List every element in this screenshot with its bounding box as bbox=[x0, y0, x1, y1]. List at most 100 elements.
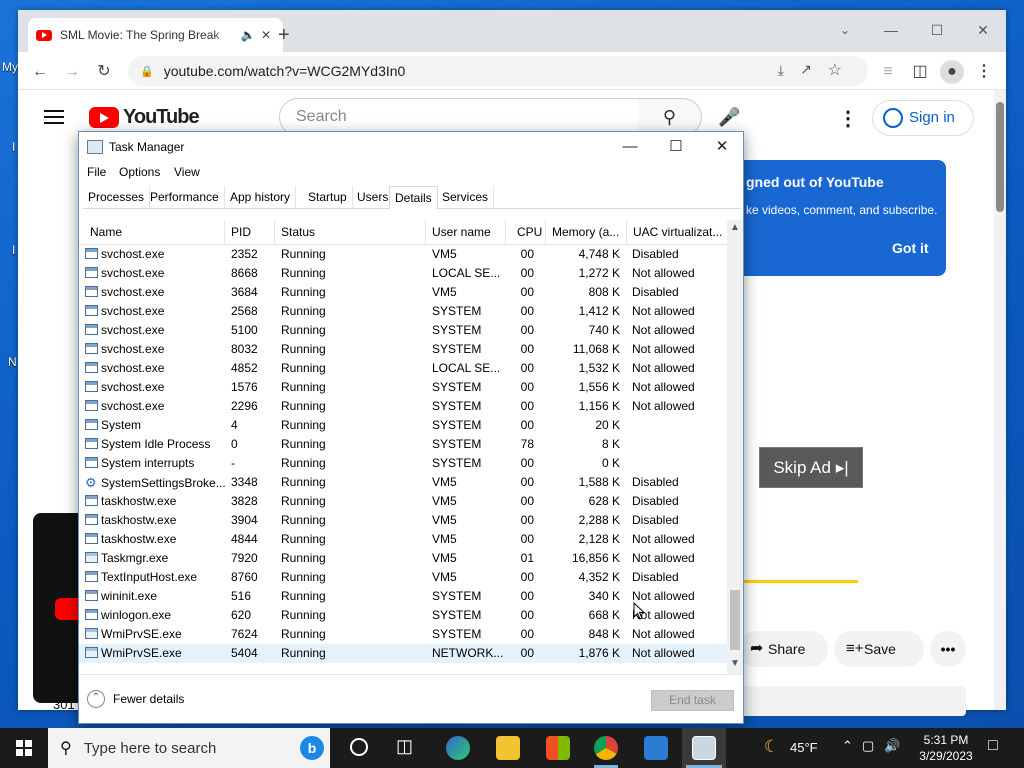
fewer-details-button[interactable]: ⌃ Fewer details bbox=[87, 690, 184, 708]
table-row[interactable]: svchost.exe 8032 Running SYSTEM 00 11,068 K No… bbox=[79, 340, 727, 359]
reading-list-icon[interactable]: ≡ bbox=[876, 60, 900, 84]
column-header-cpu[interactable]: CPU bbox=[506, 220, 546, 245]
tab-processes[interactable]: Processes bbox=[83, 186, 151, 209]
column-header-status[interactable]: Status bbox=[275, 220, 426, 245]
table-row[interactable]: Taskmgr.exe 7920 Running VM5 01 16,856 K Not a… bbox=[79, 549, 727, 568]
table-row[interactable]: svchost.exe 8668 Running LOCAL SE... 00 1,272… bbox=[79, 264, 727, 283]
title-bar[interactable]: Task Manager — ☐ ✕ bbox=[79, 132, 743, 162]
bing-icon[interactable]: b bbox=[300, 736, 324, 760]
table-row[interactable]: ⚙ SystemSettingsBroke... 3348 Running VM5 00 1… bbox=[79, 473, 727, 492]
volume-icon[interactable]: 🔊 bbox=[884, 738, 900, 754]
got-it-button[interactable]: Got it bbox=[892, 240, 929, 256]
column-header-memory[interactable]: Memory (a... bbox=[546, 220, 627, 245]
table-row[interactable]: taskhostw.exe 4844 Running VM5 00 2,128 K Not … bbox=[79, 530, 727, 549]
start-button[interactable] bbox=[0, 728, 48, 768]
tab-search-icon[interactable]: ⌄ bbox=[822, 16, 868, 44]
share-page-icon[interactable]: ↗ bbox=[800, 61, 812, 78]
install-icon[interactable]: ⤓ bbox=[778, 62, 784, 79]
table-row[interactable]: svchost.exe 5100 Running SYSTEM 00 740 K Not a… bbox=[79, 321, 727, 340]
microphone-icon[interactable]: 🎤 bbox=[718, 107, 740, 128]
table-row[interactable]: svchost.exe 2352 Running VM5 00 4,748 K Disabl… bbox=[79, 245, 727, 264]
skip-ad-button[interactable]: Skip Ad ▸| bbox=[759, 447, 863, 488]
menu-options[interactable]: Options bbox=[119, 165, 160, 179]
tab-app-history[interactable]: App history bbox=[225, 186, 297, 209]
weather-moon-icon[interactable]: ☾ bbox=[764, 737, 779, 757]
menu-file[interactable]: File bbox=[87, 165, 106, 179]
bookmark-star-icon[interactable]: ☆ bbox=[828, 60, 842, 80]
desktop-icon-label[interactable]: N bbox=[8, 355, 17, 369]
settings-menu-icon[interactable]: ⋮ bbox=[838, 106, 858, 131]
scroll-down-icon[interactable]: ▼ bbox=[727, 658, 743, 669]
hamburger-menu-icon[interactable] bbox=[44, 110, 64, 124]
edge-icon[interactable] bbox=[446, 736, 470, 760]
table-scrollbar[interactable]: ▲ ▼ bbox=[727, 220, 743, 674]
store-icon[interactable] bbox=[546, 736, 570, 760]
mail-icon[interactable] bbox=[644, 736, 668, 760]
chrome-menu-icon[interactable]: ⋮ bbox=[972, 60, 996, 84]
table-row[interactable]: svchost.exe 2568 Running SYSTEM 00 1,412 K Not… bbox=[79, 302, 727, 321]
scroll-up-icon[interactable]: ▲ bbox=[727, 222, 743, 233]
lock-icon[interactable]: 🔒 bbox=[140, 65, 154, 78]
table-row[interactable]: WmiPrvSE.exe 5404 Running NETWORK... 00 1,876… bbox=[79, 644, 727, 663]
network-icon[interactable]: ▢ bbox=[862, 738, 874, 754]
column-header-user-name[interactable]: User name bbox=[426, 220, 506, 245]
table-row[interactable]: TextInputHost.exe 8760 Running VM5 00 4,352 K… bbox=[79, 568, 727, 587]
cortana-icon[interactable] bbox=[350, 738, 368, 756]
table-row[interactable]: svchost.exe 1576 Running SYSTEM 00 1,556 K Not… bbox=[79, 378, 727, 397]
chevron-up-icon[interactable]: ⌃ bbox=[842, 738, 853, 754]
profile-avatar-icon[interactable]: ● bbox=[940, 60, 964, 84]
task-manager-taskbar-button[interactable] bbox=[682, 728, 726, 768]
back-icon[interactable]: ← bbox=[28, 60, 52, 84]
end-task-button[interactable]: End task bbox=[651, 690, 734, 711]
close-button[interactable]: ✕ bbox=[699, 132, 745, 162]
temperature[interactable]: 45°F bbox=[790, 740, 818, 755]
clock[interactable]: 5:31 PM 3/29/2023 bbox=[914, 732, 978, 764]
file-explorer-icon[interactable] bbox=[496, 736, 520, 760]
table-row[interactable]: wininit.exe 516 Running SYSTEM 00 340 K Not al… bbox=[79, 587, 727, 606]
taskbar-search-box[interactable]: ⚲ Type here to search b bbox=[48, 728, 330, 768]
table-row[interactable]: System 4 Running SYSTEM 00 20 K bbox=[79, 416, 727, 435]
desktop-icon-label[interactable]: My bbox=[2, 60, 18, 74]
table-row[interactable]: taskhostw.exe 3904 Running VM5 00 2,288 K Disa… bbox=[79, 511, 727, 530]
page-scrollbar[interactable] bbox=[994, 90, 1006, 710]
notification-icon[interactable]: □ bbox=[988, 737, 998, 755]
table-row[interactable]: winlogon.exe 620 Running SYSTEM 00 668 K Not a… bbox=[79, 606, 727, 625]
youtube-logo[interactable]: YouTube bbox=[89, 106, 200, 129]
tab-services[interactable]: Services bbox=[437, 186, 495, 209]
desktop-icon-label[interactable]: I bbox=[12, 140, 15, 154]
save-button[interactable]: ≡+ Save bbox=[834, 631, 924, 667]
table-row[interactable]: System interrupts - Running SYSTEM 00 0 K bbox=[79, 454, 727, 473]
close-tab-icon[interactable]: ✕ bbox=[257, 28, 275, 42]
minimize-button[interactable]: — bbox=[868, 16, 914, 44]
address-bar[interactable]: 🔒 youtube.com/watch?v=WCG2MYd3In0 ⤓ ↗ ☆ bbox=[128, 56, 868, 86]
side-panel-icon[interactable]: ◫ bbox=[908, 60, 932, 84]
maximize-button[interactable]: ☐ bbox=[653, 132, 699, 162]
column-header-uac[interactable]: UAC virtualizat... bbox=[627, 220, 727, 245]
table-row[interactable]: System Idle Process 0 Running SYSTEM 78 8 K bbox=[79, 435, 727, 454]
tab-details[interactable]: Details bbox=[389, 186, 438, 210]
browser-tab[interactable]: SML Movie: The Spring Break 🔈 ✕ bbox=[28, 18, 283, 52]
desktop-icon-label[interactable]: I bbox=[12, 243, 15, 257]
sign-in-button[interactable]: Sign in bbox=[872, 100, 974, 136]
column-header-pid[interactable]: PID bbox=[225, 220, 275, 245]
table-row[interactable]: svchost.exe 2296 Running SYSTEM 00 1,156 K Not… bbox=[79, 397, 727, 416]
task-view-icon[interactable]: ◫ bbox=[396, 736, 413, 757]
forward-icon[interactable]: → bbox=[60, 60, 84, 84]
close-button[interactable]: ✕ bbox=[960, 16, 1006, 44]
table-row[interactable]: WmiPrvSE.exe 7624 Running SYSTEM 00 848 K Not … bbox=[79, 625, 727, 644]
table-row[interactable]: taskhostw.exe 3828 Running VM5 00 628 K Disabl… bbox=[79, 492, 727, 511]
speaker-icon[interactable]: 🔈 bbox=[239, 28, 257, 42]
reload-icon[interactable]: ↻ bbox=[92, 60, 116, 84]
more-actions-button[interactable]: ••• bbox=[930, 631, 966, 667]
tab-performance[interactable]: Performance bbox=[145, 186, 225, 209]
share-button[interactable]: ➦ Share bbox=[738, 631, 828, 667]
tab-startup[interactable]: Startup bbox=[303, 186, 353, 209]
chrome-icon[interactable] bbox=[594, 736, 618, 760]
menu-view[interactable]: View bbox=[174, 165, 200, 179]
table-row[interactable]: svchost.exe 3684 Running VM5 00 808 K Disabled bbox=[79, 283, 727, 302]
column-header-name[interactable]: Name bbox=[84, 220, 225, 245]
maximize-button[interactable]: ☐ bbox=[914, 16, 960, 44]
scrollbar-thumb[interactable] bbox=[730, 590, 740, 650]
table-row[interactable]: svchost.exe 4852 Running LOCAL SE... 00 1,532… bbox=[79, 359, 727, 378]
tab-users[interactable]: Users bbox=[352, 186, 395, 209]
